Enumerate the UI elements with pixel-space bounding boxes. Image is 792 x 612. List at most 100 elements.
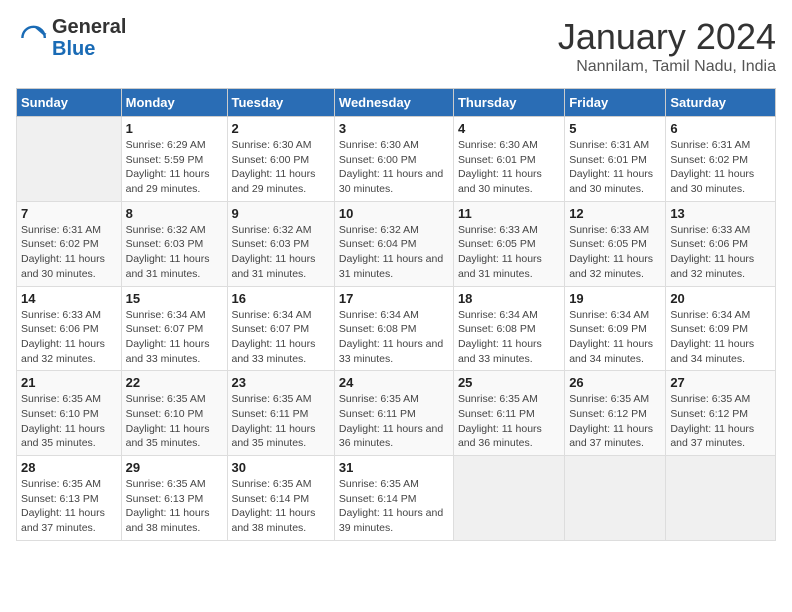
day-info: Sunrise: 6:32 AMSunset: 6:03 PMDaylight:…	[232, 223, 330, 282]
day-number: 15	[126, 291, 223, 306]
header-saturday: Saturday	[666, 89, 776, 117]
day-cell: 9Sunrise: 6:32 AMSunset: 6:03 PMDaylight…	[227, 201, 334, 286]
day-number: 20	[670, 291, 771, 306]
week-row-1: 1 Sunrise: 6:29 AMSunset: 5:59 PMDaylight…	[17, 117, 776, 202]
day-number: 22	[126, 375, 223, 390]
day-info: Sunrise: 6:35 AMSunset: 6:11 PMDaylight:…	[232, 392, 330, 451]
day-number: 25	[458, 375, 560, 390]
day-number: 29	[126, 460, 223, 475]
day-number: 31	[339, 460, 449, 475]
day-info: Sunrise: 6:31 AMSunset: 6:01 PMDaylight:…	[569, 138, 661, 197]
day-cell: 1 Sunrise: 6:29 AMSunset: 5:59 PMDaylight…	[121, 117, 227, 202]
day-number: 13	[670, 206, 771, 221]
day-info: Sunrise: 6:30 AMSunset: 6:00 PMDaylight:…	[232, 138, 330, 197]
day-info: Sunrise: 6:31 AMSunset: 6:02 PMDaylight:…	[670, 138, 771, 197]
day-cell: 2Sunrise: 6:30 AMSunset: 6:00 PMDaylight…	[227, 117, 334, 202]
day-info: Sunrise: 6:34 AMSunset: 6:07 PMDaylight:…	[126, 308, 223, 367]
header-thursday: Thursday	[453, 89, 564, 117]
day-info: Sunrise: 6:35 AMSunset: 6:10 PMDaylight:…	[21, 392, 117, 451]
calendar-body: 1 Sunrise: 6:29 AMSunset: 5:59 PMDaylight…	[17, 117, 776, 541]
day-cell: 11 Sunrise: 6:33 AMSunset: 6:05 PMDayligh…	[453, 201, 564, 286]
day-number: 6	[670, 121, 771, 136]
day-number: 26	[569, 375, 661, 390]
day-cell: 3 Sunrise: 6:30 AMSunset: 6:00 PMDaylight…	[334, 117, 453, 202]
day-number: 24	[339, 375, 449, 390]
day-number: 8	[126, 206, 223, 221]
day-cell	[17, 117, 122, 202]
day-info: Sunrise: 6:32 AMSunset: 6:04 PMDaylight:…	[339, 223, 449, 282]
day-cell: 21Sunrise: 6:35 AMSunset: 6:10 PMDayligh…	[17, 371, 122, 456]
header-monday: Monday	[121, 89, 227, 117]
day-info: Sunrise: 6:34 AMSunset: 6:09 PMDaylight:…	[670, 308, 771, 367]
day-info: Sunrise: 6:30 AMSunset: 6:01 PMDaylight:…	[458, 138, 560, 197]
header-sunday: Sunday	[17, 89, 122, 117]
day-info: Sunrise: 6:35 AMSunset: 6:14 PMDaylight:…	[339, 477, 449, 536]
day-cell: 28 Sunrise: 6:35 AMSunset: 6:13 PMDayligh…	[17, 456, 122, 541]
calendar-header-row: SundayMondayTuesdayWednesdayThursdayFrid…	[17, 89, 776, 117]
logo-text: General Blue	[52, 16, 126, 60]
day-number: 11	[458, 206, 560, 221]
day-cell: 26 Sunrise: 6:35 AMSunset: 6:12 PMDayligh…	[565, 371, 666, 456]
day-info: Sunrise: 6:34 AMSunset: 6:08 PMDaylight:…	[339, 308, 449, 367]
day-cell: 14Sunrise: 6:33 AMSunset: 6:06 PMDayligh…	[17, 286, 122, 371]
day-number: 16	[232, 291, 330, 306]
day-cell: 25 Sunrise: 6:35 AMSunset: 6:11 PMDayligh…	[453, 371, 564, 456]
day-number: 12	[569, 206, 661, 221]
day-info: Sunrise: 6:35 AMSunset: 6:12 PMDaylight:…	[670, 392, 771, 451]
day-info: Sunrise: 6:35 AMSunset: 6:13 PMDaylight:…	[21, 477, 117, 536]
day-cell: 6 Sunrise: 6:31 AMSunset: 6:02 PMDaylight…	[666, 117, 776, 202]
day-number: 7	[21, 206, 117, 221]
day-number: 18	[458, 291, 560, 306]
day-info: Sunrise: 6:30 AMSunset: 6:00 PMDaylight:…	[339, 138, 449, 197]
logo-icon	[16, 22, 48, 54]
subtitle: Nannilam, Tamil Nadu, India	[558, 58, 776, 76]
day-cell: 13 Sunrise: 6:33 AMSunset: 6:06 PMDayligh…	[666, 201, 776, 286]
day-cell: 5 Sunrise: 6:31 AMSunset: 6:01 PMDaylight…	[565, 117, 666, 202]
day-number: 19	[569, 291, 661, 306]
day-info: Sunrise: 6:35 AMSunset: 6:10 PMDaylight:…	[126, 392, 223, 451]
day-cell: 12Sunrise: 6:33 AMSunset: 6:05 PMDayligh…	[565, 201, 666, 286]
day-number: 5	[569, 121, 661, 136]
day-cell: 17 Sunrise: 6:34 AMSunset: 6:08 PMDayligh…	[334, 286, 453, 371]
day-info: Sunrise: 6:35 AMSunset: 6:12 PMDaylight:…	[569, 392, 661, 451]
day-info: Sunrise: 6:35 AMSunset: 6:14 PMDaylight:…	[232, 477, 330, 536]
day-info: Sunrise: 6:32 AMSunset: 6:03 PMDaylight:…	[126, 223, 223, 282]
day-info: Sunrise: 6:33 AMSunset: 6:05 PMDaylight:…	[458, 223, 560, 282]
page-header: General Blue January 2024 Nannilam, Tami…	[16, 16, 776, 76]
day-info: Sunrise: 6:34 AMSunset: 6:07 PMDaylight:…	[232, 308, 330, 367]
day-info: Sunrise: 6:34 AMSunset: 6:09 PMDaylight:…	[569, 308, 661, 367]
week-row-2: 7 Sunrise: 6:31 AMSunset: 6:02 PMDaylight…	[17, 201, 776, 286]
day-cell: 29Sunrise: 6:35 AMSunset: 6:13 PMDayligh…	[121, 456, 227, 541]
day-info: Sunrise: 6:31 AMSunset: 6:02 PMDaylight:…	[21, 223, 117, 282]
header-friday: Friday	[565, 89, 666, 117]
day-info: Sunrise: 6:34 AMSunset: 6:08 PMDaylight:…	[458, 308, 560, 367]
main-title: January 2024	[558, 16, 776, 58]
day-cell: 27Sunrise: 6:35 AMSunset: 6:12 PMDayligh…	[666, 371, 776, 456]
day-cell	[453, 456, 564, 541]
day-cell: 10 Sunrise: 6:32 AMSunset: 6:04 PMDayligh…	[334, 201, 453, 286]
day-info: Sunrise: 6:33 AMSunset: 6:06 PMDaylight:…	[670, 223, 771, 282]
day-number: 23	[232, 375, 330, 390]
day-cell: 24Sunrise: 6:35 AMSunset: 6:11 PMDayligh…	[334, 371, 453, 456]
day-info: Sunrise: 6:29 AMSunset: 5:59 PMDaylight:…	[126, 138, 223, 197]
day-cell: 7 Sunrise: 6:31 AMSunset: 6:02 PMDaylight…	[17, 201, 122, 286]
day-cell: 15 Sunrise: 6:34 AMSunset: 6:07 PMDayligh…	[121, 286, 227, 371]
day-cell	[565, 456, 666, 541]
calendar-table: SundayMondayTuesdayWednesdayThursdayFrid…	[16, 88, 776, 541]
week-row-5: 28 Sunrise: 6:35 AMSunset: 6:13 PMDayligh…	[17, 456, 776, 541]
day-cell: 8 Sunrise: 6:32 AMSunset: 6:03 PMDaylight…	[121, 201, 227, 286]
day-cell: 4Sunrise: 6:30 AMSunset: 6:01 PMDaylight…	[453, 117, 564, 202]
day-cell: 23 Sunrise: 6:35 AMSunset: 6:11 PMDayligh…	[227, 371, 334, 456]
header-wednesday: Wednesday	[334, 89, 453, 117]
day-number: 28	[21, 460, 117, 475]
day-number: 3	[339, 121, 449, 136]
day-number: 10	[339, 206, 449, 221]
day-cell: 18 Sunrise: 6:34 AMSunset: 6:08 PMDayligh…	[453, 286, 564, 371]
day-number: 30	[232, 460, 330, 475]
day-cell: 20 Sunrise: 6:34 AMSunset: 6:09 PMDayligh…	[666, 286, 776, 371]
day-info: Sunrise: 6:33 AMSunset: 6:06 PMDaylight:…	[21, 308, 117, 367]
day-number: 17	[339, 291, 449, 306]
day-info: Sunrise: 6:35 AMSunset: 6:11 PMDaylight:…	[458, 392, 560, 451]
day-number: 1	[126, 121, 223, 136]
day-cell: 31 Sunrise: 6:35 AMSunset: 6:14 PMDayligh…	[334, 456, 453, 541]
